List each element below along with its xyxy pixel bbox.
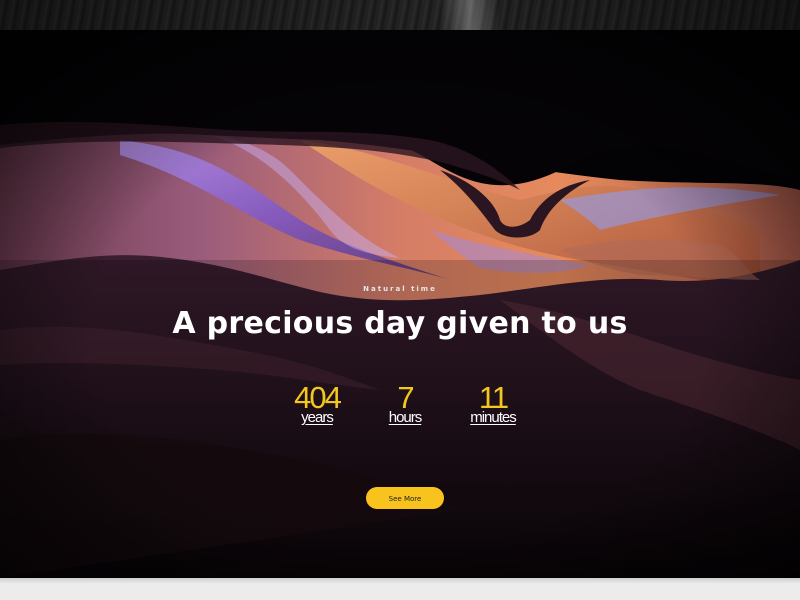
countdown-hours-label[interactable]: hours	[355, 410, 455, 426]
see-more-button[interactable]: See More	[366, 487, 444, 509]
hero-headline: A precious day given to us	[172, 306, 628, 341]
countdown-years: 404 years	[267, 380, 367, 426]
next-section-edge	[0, 578, 800, 600]
countdown-years-label[interactable]: years	[267, 410, 367, 426]
countdown-hours: 7 hours	[355, 380, 455, 426]
countdown-minutes-label[interactable]: minutes	[443, 410, 543, 426]
hero-content: Natural time A precious day given to us …	[0, 30, 800, 578]
previous-section-image	[0, 0, 800, 30]
countdown-minutes: 11 minutes	[443, 380, 543, 426]
hero-eyebrow: Natural time	[363, 285, 437, 293]
hero-section: Natural time A precious day given to us …	[0, 30, 800, 578]
